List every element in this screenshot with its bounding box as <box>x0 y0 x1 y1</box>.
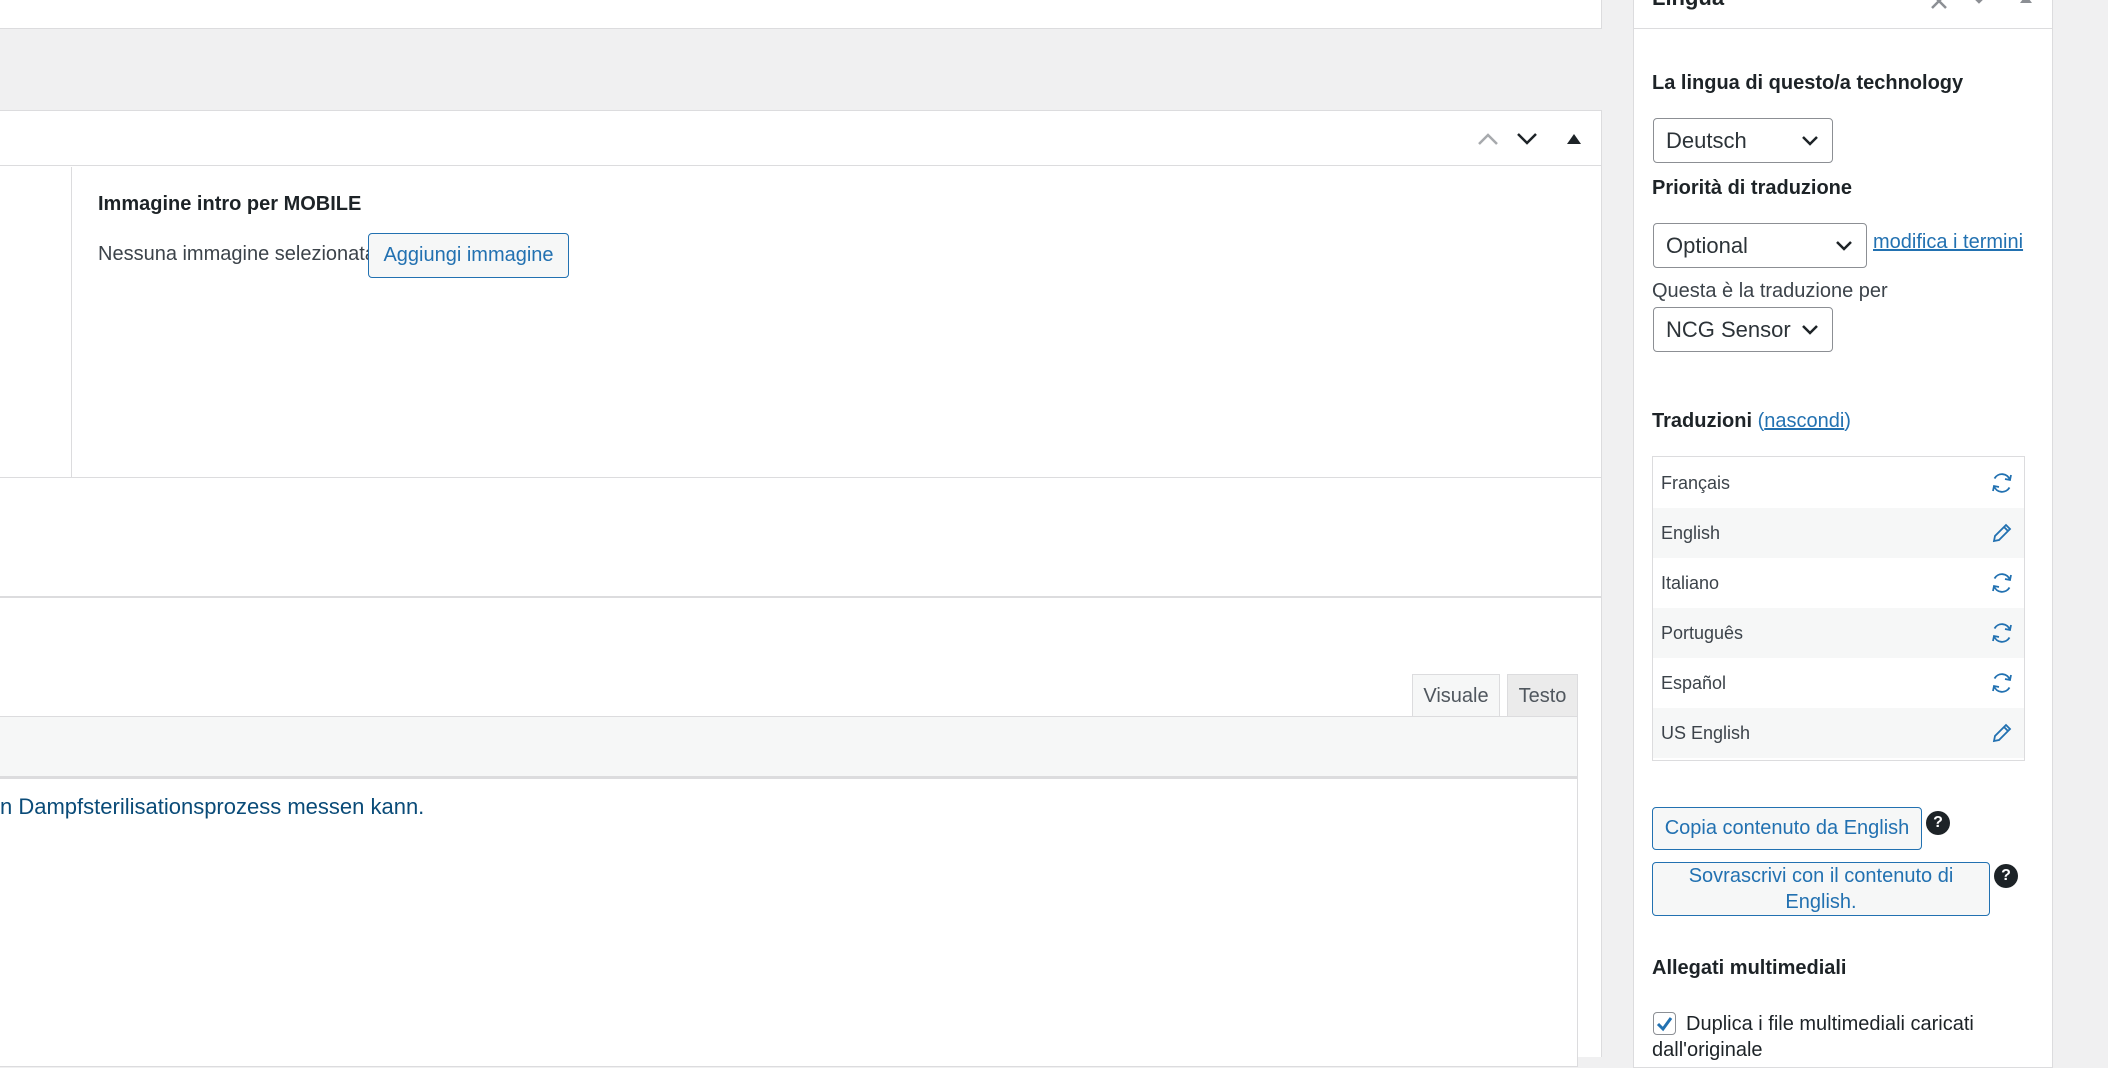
overwrite-content-button[interactable]: Sovrascrivi con il contenuto di English. <box>1652 862 1990 916</box>
editor-content: n Dampfsterilisationsprozess messen kann… <box>0 794 425 819</box>
chevron-down-icon <box>1836 240 1852 251</box>
language-select-value: Deutsch <box>1666 127 1747 153</box>
help-icon[interactable]: ? <box>1926 811 1950 835</box>
pencil-icon[interactable] <box>1988 519 2016 547</box>
help-icon[interactable]: ? <box>1994 864 2018 888</box>
chevron-down-icon <box>1802 324 1818 335</box>
translations-list: Français English Italiano Português Español U… <box>1653 458 2024 758</box>
metabox-header <box>0 111 1601 166</box>
toggle-panel-icon[interactable] <box>1560 125 1588 153</box>
language-metabox-title: Lingua <box>1652 0 1724 11</box>
toggle-arrow-icon[interactable] <box>2012 0 2040 13</box>
close-icon[interactable] <box>1925 0 1953 15</box>
translations-heading: Traduzioni <box>1652 410 1752 432</box>
move-up-icon[interactable] <box>1474 125 1502 153</box>
chevron-down-icon <box>1802 135 1818 146</box>
add-image-button[interactable]: Aggiungi immagine <box>368 233 569 278</box>
top-panel <box>0 0 1602 29</box>
translation-language: Italiano <box>1661 572 1720 593</box>
translation-language: Português <box>1661 622 1744 643</box>
editor-toolbar <box>0 716 1578 777</box>
translation-row: US English <box>1653 708 2024 758</box>
translation-language: US English <box>1661 722 1751 743</box>
translation-row: English <box>1653 508 2024 558</box>
translation-of-label: Questa è la traduzione per <box>1652 280 1888 302</box>
field-divider <box>0 477 1601 478</box>
translation-row: Português <box>1653 608 2024 658</box>
image-metabox: Immagine intro per MOBILE Nessuna immagi… <box>0 110 1602 597</box>
media-heading: Allegati multimediali <box>1652 957 1847 979</box>
copy-content-button[interactable]: Copia contenuto da English <box>1652 807 1922 850</box>
translation-row: Italiano <box>1653 558 2024 608</box>
translation-row: Español <box>1653 658 2024 708</box>
priority-select[interactable]: Optional <box>1653 223 1867 268</box>
sync-icon[interactable] <box>1988 619 2016 647</box>
editor-body[interactable] <box>0 777 1578 1067</box>
chevron-down-icon[interactable] <box>1965 0 1993 13</box>
editor-top-divider <box>0 597 1601 598</box>
sync-icon[interactable] <box>1988 569 2016 597</box>
translation-row: Français <box>1653 458 2024 508</box>
field-label: Immagine intro per MOBILE <box>98 193 362 215</box>
translation-language: Español <box>1661 672 1727 693</box>
translation-of-select-value: NCG Sensor <box>1666 316 1791 342</box>
tab-visual[interactable]: Visuale <box>1412 674 1500 717</box>
duplicate-media-label: Duplica i file multimediali caricati dal… <box>1652 1013 1974 1061</box>
language-label: La lingua di questo/a technology <box>1652 72 1964 94</box>
translations-table: Français English Italiano Português Español U… <box>1652 456 2025 761</box>
tab-text[interactable]: Testo <box>1507 674 1578 717</box>
translation-of-select[interactable]: NCG Sensor <box>1653 307 1833 352</box>
priority-select-value: Optional <box>1666 232 1748 258</box>
hide-translations-link[interactable]: nascondi <box>1764 410 1844 432</box>
no-image-text: Nessuna immagine selezionata <box>98 243 376 265</box>
sync-icon[interactable] <box>1988 469 2016 497</box>
sync-icon[interactable] <box>1988 669 2016 697</box>
edit-terms-link[interactable]: modifica i termini <box>1873 231 2023 254</box>
language-select[interactable]: Deutsch <box>1653 118 1833 163</box>
field-label-column <box>0 167 72 477</box>
translation-language: Français <box>1661 472 1731 493</box>
pencil-icon[interactable] <box>1988 719 2016 747</box>
move-down-icon[interactable] <box>1513 125 1541 153</box>
paren-close: ) <box>1844 410 1851 432</box>
translation-language: English <box>1661 522 1721 543</box>
priority-label: Priorità di traduzione <box>1652 177 1853 199</box>
translations-heading-row: Traduzioni (nascondi) <box>1652 410 1851 433</box>
